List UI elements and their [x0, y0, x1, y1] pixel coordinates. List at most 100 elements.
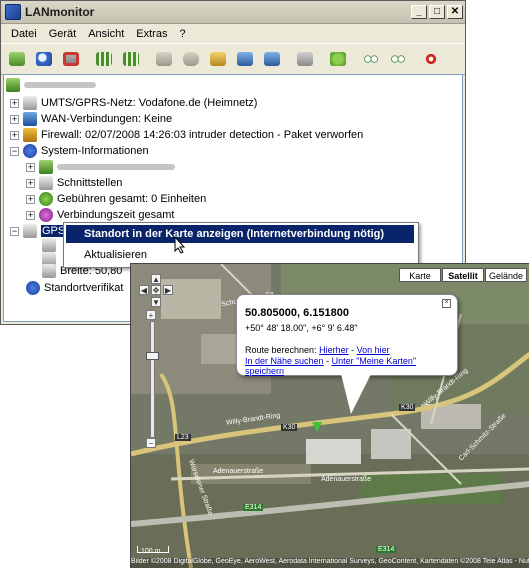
maximize-button[interactable]: □ [429, 5, 445, 19]
map-type-map-button[interactable]: Karte [399, 268, 441, 282]
zoom-out-button[interactable]: − [146, 438, 156, 448]
tree-item-label: Standortverifikat [44, 282, 124, 294]
tree-item-sysinfo[interactable]: − System-Informationen [10, 143, 149, 159]
hand-icon [183, 52, 199, 66]
menu-item-refresh[interactable]: Aktualisieren [84, 249, 147, 261]
glasses-icon [390, 52, 406, 66]
zoom-in-button[interactable]: + [146, 310, 156, 320]
grid-button-2[interactable] [119, 47, 143, 71]
menu-ansicht[interactable]: Ansicht [82, 28, 130, 40]
info-icon [26, 281, 40, 295]
device-refresh-icon [210, 52, 226, 66]
tree-item-interfaces[interactable]: + Schnittstellen [26, 175, 122, 191]
collapse-toggle[interactable]: − [10, 226, 19, 236]
title-bar[interactable]: LANmonitor _ □ ✕ [1, 1, 465, 24]
tree-item-connection-time[interactable]: + Verbindungszeit gesamt [26, 207, 174, 223]
map-type-satellite-button[interactable]: Satellit [442, 268, 484, 282]
info-window: × 50.805000, 6.151800 +50° 48' 18.00", +… [236, 294, 458, 376]
monitor-button[interactable] [293, 47, 317, 71]
disconnect-button[interactable] [419, 47, 443, 71]
interfaces-icon [39, 176, 53, 190]
tree-item-label: Firewall: 02/07/2008 14:26:03 intruder d… [41, 129, 364, 141]
road-label: E314 [243, 504, 264, 511]
map-view[interactable]: Karte Satellit Gelände ▲ ◀ ✥ ▶ ▼ + − Sch… [130, 263, 529, 568]
zoom-slider-track[interactable] [150, 321, 155, 438]
clock-icon [39, 208, 53, 222]
close-button[interactable]: ✕ [447, 5, 463, 19]
hand-button[interactable] [179, 47, 203, 71]
remove-device-button[interactable] [59, 47, 83, 71]
tree-item-firewall[interactable]: + Firewall: 02/07/2008 14:26:03 intruder… [10, 127, 363, 143]
expand-toggle[interactable]: + [26, 178, 35, 188]
search-nearby-link[interactable]: In der Nähe suchen [245, 356, 324, 366]
menu-help[interactable]: ? [173, 28, 191, 40]
tree-item-location-verification[interactable]: Standortverifikat [26, 280, 123, 296]
expand-toggle[interactable]: + [10, 130, 19, 140]
redacted-device-name [24, 82, 96, 88]
connect-button[interactable] [326, 47, 350, 71]
minimize-button[interactable]: _ [411, 5, 427, 19]
tree-item-umts[interactable]: + UMTS/GPRS-Netz: Vodafone.de (Heimnetz) [10, 95, 257, 111]
grid-icon [123, 52, 139, 66]
glasses-button-1[interactable] [359, 47, 383, 71]
refresh-device-button[interactable] [206, 47, 230, 71]
tree-item-label: Gebühren gesamt: 0 Einheiten [57, 193, 207, 205]
glasses-icon [363, 52, 379, 66]
pan-down-button[interactable]: ▼ [151, 297, 161, 307]
plug-icon [330, 52, 346, 66]
tree-item-fees[interactable]: + Gebühren gesamt: 0 Einheiten [26, 191, 206, 207]
pan-center-button[interactable]: ✥ [151, 285, 161, 295]
route-separator: - [351, 345, 355, 355]
expand-toggle[interactable]: + [26, 194, 35, 204]
device-search-button[interactable] [233, 47, 257, 71]
menu-item-show-map[interactable]: Standort in der Karte anzeigen (Internet… [66, 225, 414, 243]
location-marker-icon[interactable] [312, 422, 322, 432]
tree-item-label: Verbindungszeit gesamt [57, 209, 175, 221]
pan-left-button[interactable]: ◀ [139, 285, 149, 295]
road-label: L23 [175, 434, 191, 441]
tree-item-redacted[interactable]: + [26, 159, 175, 175]
route-to-here-link[interactable]: Hierher [319, 345, 349, 355]
fees-icon [39, 192, 53, 206]
coordinates-dms: +50° 48' 18.00", +6° 9' 6.48" [245, 323, 358, 333]
lock-button[interactable] [152, 47, 176, 71]
umts-antenna-icon [23, 96, 37, 110]
tree-item-label: System-Informationen [41, 145, 149, 157]
search-device-button[interactable] [32, 47, 56, 71]
menu-extras[interactable]: Extras [130, 28, 173, 40]
actions-separator: - [326, 356, 330, 366]
menu-datei[interactable]: Datei [5, 28, 43, 40]
menu-geraet[interactable]: Gerät [43, 28, 83, 40]
map-type-terrain-button[interactable]: Gelände [485, 268, 527, 282]
lock-icon [156, 52, 172, 66]
close-icon[interactable]: × [442, 299, 451, 308]
actions-line: In der Nähe suchen - Unter "Meine Karten… [245, 356, 457, 376]
road-label: K30 [399, 404, 416, 411]
add-device-button[interactable] [5, 47, 29, 71]
route-from-here-link[interactable]: Von hier [357, 345, 390, 355]
tree-item-label: WAN-Verbindungen: Keine [41, 113, 173, 125]
device-settings-button[interactable] [260, 47, 284, 71]
expand-toggle[interactable]: + [26, 162, 35, 172]
arrows-in-icon [423, 52, 439, 66]
route-line: Route berechnen: Hierher - Von hier [245, 345, 390, 355]
satellite-icon [23, 224, 37, 238]
pan-right-button[interactable]: ▶ [163, 285, 173, 295]
tree-item-wan[interactable]: + WAN-Verbindungen: Keine [10, 111, 172, 127]
grid-button-1[interactable] [92, 47, 116, 71]
collapse-toggle[interactable]: − [10, 146, 19, 156]
expand-toggle[interactable]: + [10, 114, 19, 124]
tree-device-root[interactable] [6, 77, 96, 93]
satellite-icon [42, 264, 56, 278]
glasses-button-2[interactable] [386, 47, 410, 71]
pan-up-button[interactable]: ▲ [151, 274, 161, 284]
zoom-slider-thumb[interactable] [146, 352, 159, 360]
tree-item-label: UMTS/GPRS-Netz: Vodafone.de (Heimnetz) [41, 97, 258, 109]
grid-icon [96, 52, 112, 66]
route-label: Route berechnen: [245, 345, 317, 355]
expand-toggle[interactable]: + [26, 210, 35, 220]
expand-toggle[interactable]: + [10, 98, 19, 108]
device-search-icon [237, 52, 253, 66]
mouse-cursor-icon [174, 236, 186, 254]
monitor-icon [297, 52, 313, 66]
